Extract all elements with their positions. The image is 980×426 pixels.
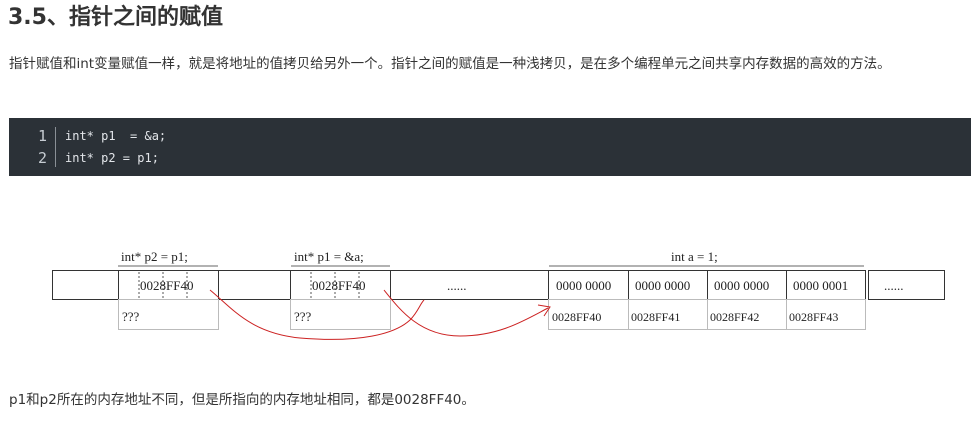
end-ellipsis: ...... — [884, 278, 904, 293]
section-heading: 3.5、指针之间的赋值 — [8, 5, 223, 30]
a-address-2: 0028FF42 — [710, 310, 759, 324]
byte3-value: 0000 0001 — [793, 278, 848, 293]
p1-declaration: int* p1 = &a; — [294, 249, 364, 264]
memory-cell-left — [52, 270, 119, 300]
a-address-3: 0028FF43 — [789, 310, 838, 324]
byte0-value: 0000 0000 — [556, 278, 611, 293]
p2-declaration: int* p2 = p1; — [121, 249, 188, 264]
code-text: int* p2 = p1; — [65, 151, 159, 165]
byte1-value: 0000 0000 — [635, 278, 690, 293]
pointer-arrows — [209, 289, 551, 340]
line-number: 2 — [37, 149, 47, 167]
a-declaration: int a = 1; — [671, 249, 718, 264]
code-gutter-divider — [55, 127, 56, 167]
gap-ellipsis: ...... — [447, 278, 467, 293]
p1-value: 0028FF40 — [312, 278, 365, 293]
memory-cell-blank — [218, 270, 291, 300]
p1-address: ??? — [294, 309, 312, 324]
line-number: 1 — [37, 127, 47, 145]
arrow-p2-to-p1 — [209, 289, 425, 340]
arrow-p1-to-a — [383, 289, 549, 337]
memory-diagram: int* p2 = p1; int* p1 = &a; int a = 1; 0… — [52, 249, 945, 340]
a-address-1: 0028FF41 — [631, 310, 680, 324]
byte2-value: 0000 0000 — [714, 278, 769, 293]
footer-paragraph: p1和p2所在的内存地址不同，但是所指向的内存地址相同，都是0028FF40。 — [9, 392, 475, 408]
code-text: int* p1 = &a; — [65, 129, 167, 143]
memory-cell-end — [868, 270, 945, 300]
code-block[interactable]: 1 int* p1 = &a; 2 int* p2 = p1; — [9, 118, 971, 176]
a-address-0: 0028FF40 — [552, 310, 601, 324]
p2-value: 0028FF40 — [140, 278, 193, 293]
p2-address: ??? — [122, 309, 140, 324]
memory-cell-gap — [390, 270, 549, 300]
intro-paragraph: 指针赋值和int变量赋值一样，就是将地址的值拷贝给另外一个。指针之间的赋值是一种… — [9, 56, 891, 72]
